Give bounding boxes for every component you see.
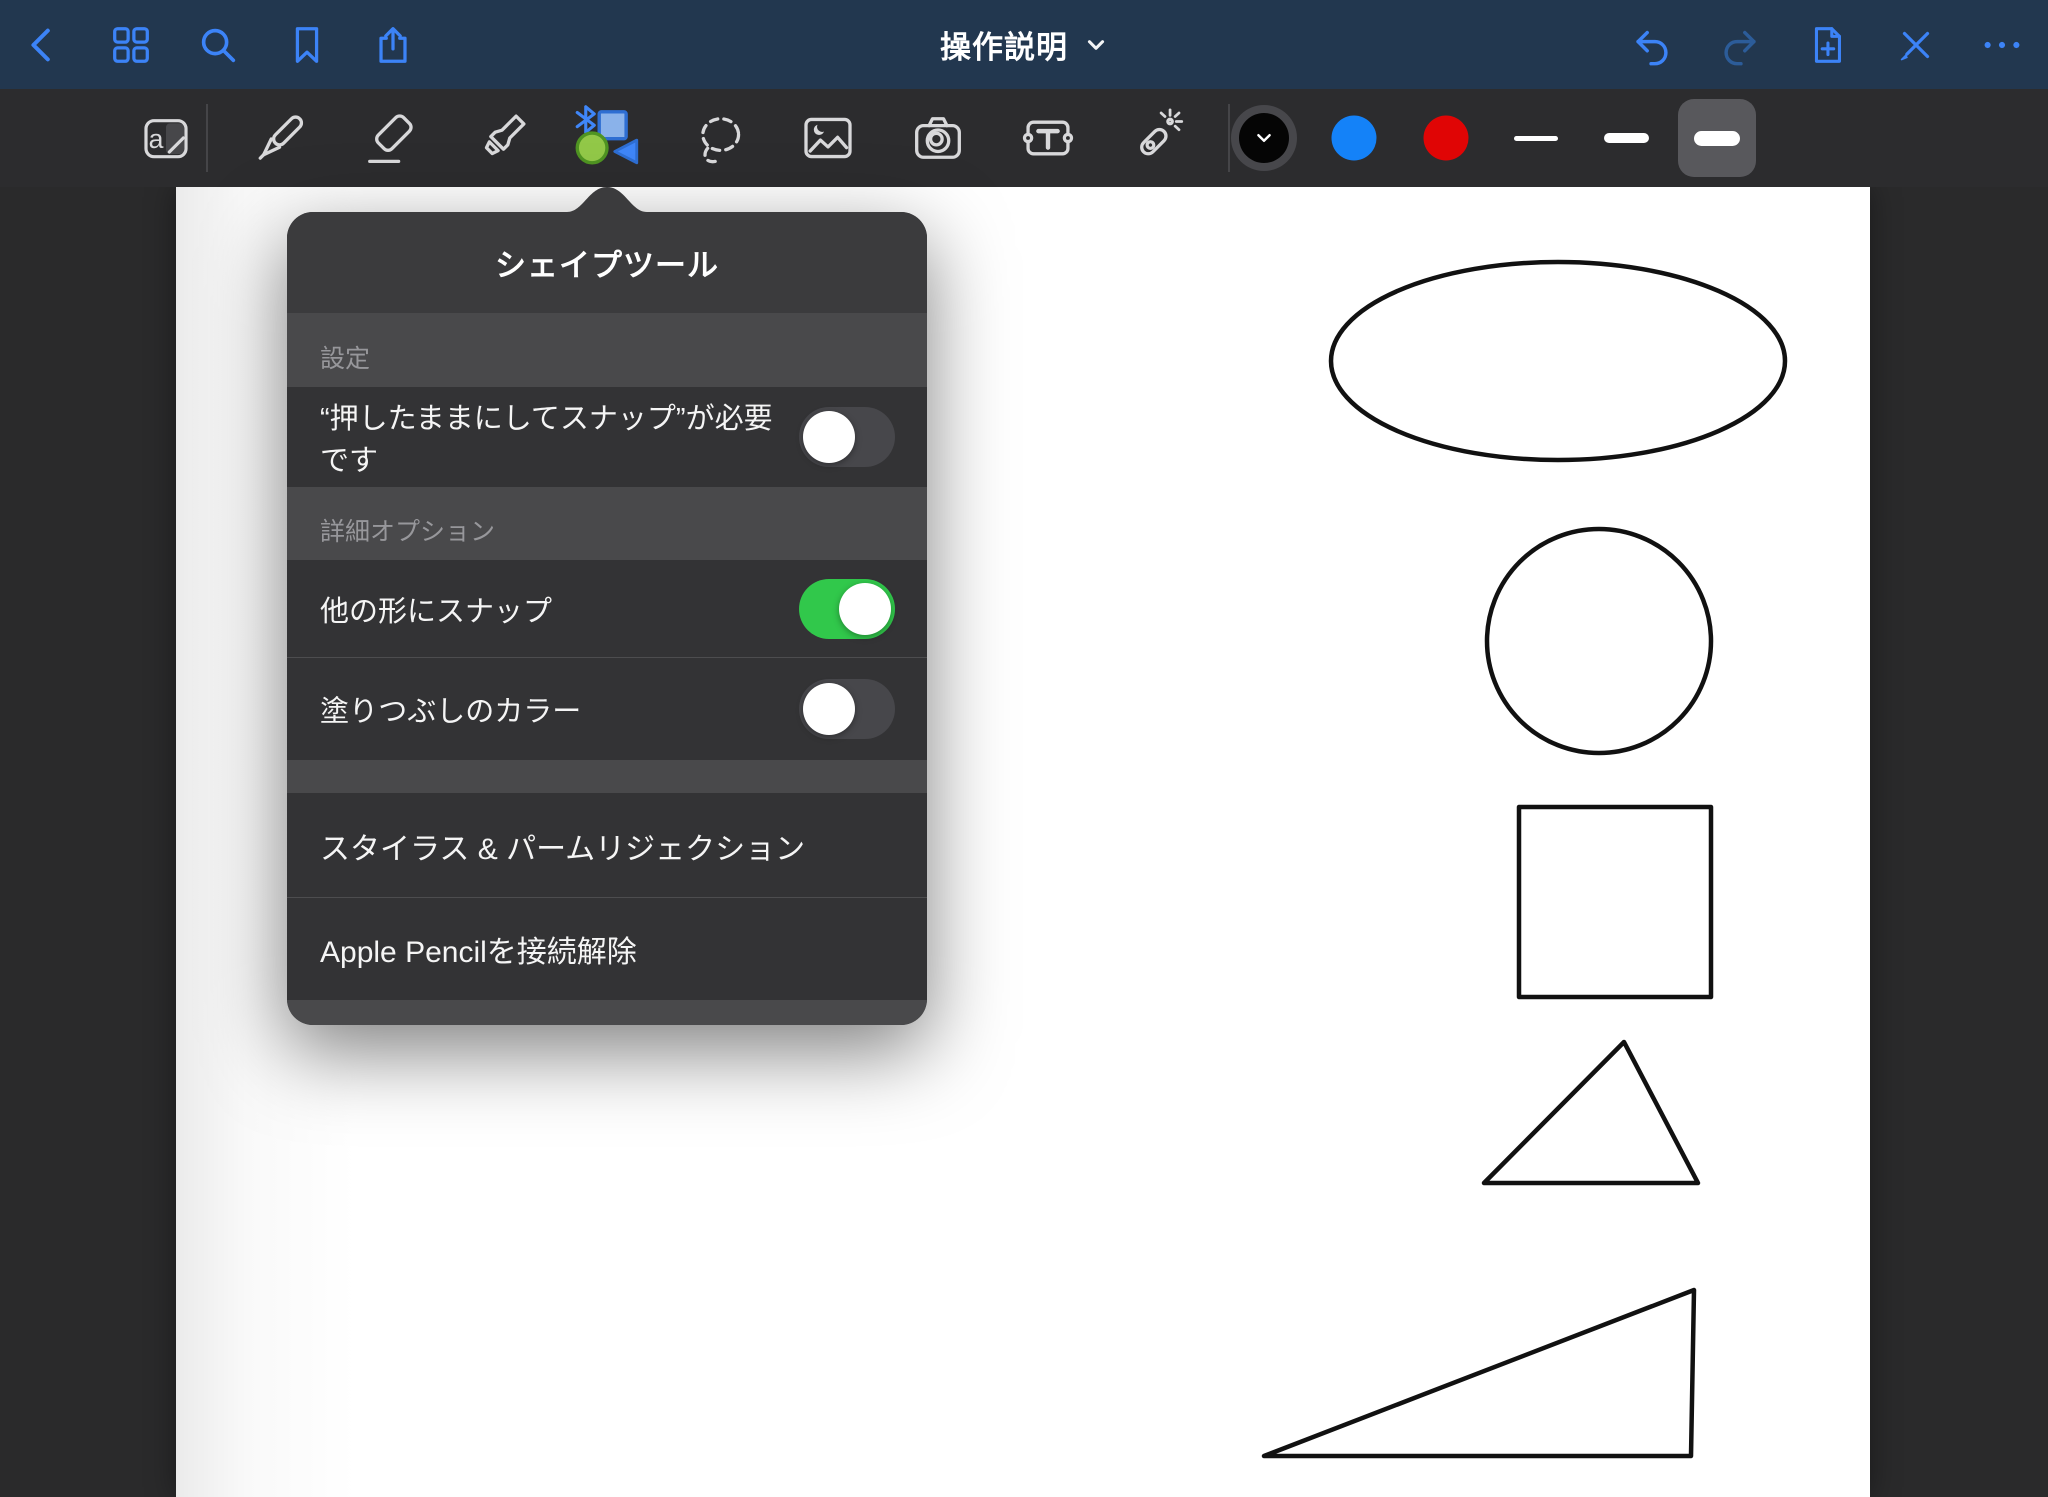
pen-mode-icon[interactable] [1893,22,1939,68]
camera-tool-icon[interactable] [905,105,971,171]
setting-label: “押したままにしてスナップ”が必要です [320,395,799,479]
popup-arrow [567,187,647,212]
shape-triangle [1484,1042,1698,1183]
color-swatch-black[interactable] [1231,105,1297,171]
svg-text:a: a [149,124,164,154]
eraser-tool-icon[interactable] [356,105,422,171]
setting-row-fill-color: 塗りつぶしのカラー [287,658,927,760]
section-header-advanced: 詳細オプション [287,487,927,560]
menu-item-stylus-palm-rejection[interactable]: スタイラス & パームリジェクション [287,793,927,898]
image-tool-icon[interactable] [795,105,861,171]
menu-item-disconnect-apple-pencil[interactable]: Apple Pencilを接続解除 [287,898,927,1000]
chevron-down-icon [1084,33,1108,57]
shape-square [1519,807,1711,997]
redo-icon[interactable] [1717,22,1763,68]
toggle-knob [803,683,855,735]
laser-pointer-tool-icon[interactable] [1124,105,1190,171]
more-options-icon[interactable] [1979,22,2025,68]
color-swatch-red[interactable] [1424,116,1469,161]
toolbar-divider [206,104,208,172]
scroll-mode-icon[interactable]: a [134,106,198,170]
section-spacer [287,760,927,793]
toggle-knob [803,411,855,463]
lasso-tool-icon[interactable] [687,105,753,171]
add-page-icon[interactable] [1804,22,1850,68]
shape-ellipse [1331,262,1785,460]
text-tool-icon[interactable] [1015,105,1081,171]
pen-tool-icon[interactable] [247,105,313,171]
setting-label: 塗りつぶしのカラー [320,688,581,730]
page-title: 操作説明 [940,22,1068,67]
thickness-medium[interactable] [1587,99,1665,177]
menu-item-label: Apple Pencilを接続解除 [320,927,637,971]
shape-tool-icon[interactable] [573,104,641,172]
toggle-snap-to-shapes[interactable] [799,579,895,639]
toggle-fill-color[interactable] [799,679,895,739]
chevron-down-icon [1251,125,1277,151]
section-label: 詳細オプション [320,512,495,548]
setting-row-press-hold-snap: “押したままにしてスナップ”が必要です [287,387,927,487]
menu-item-label: スタイラス & パームリジェクション [320,824,805,868]
toggle-knob [839,583,891,635]
toolbar-divider [1228,104,1230,172]
highlighter-tool-icon[interactable] [469,105,535,171]
toggle-press-hold-snap[interactable] [799,407,895,467]
popup-footer [287,1000,927,1025]
selected-color-ring [1231,105,1297,171]
thickness-thin[interactable] [1497,99,1575,177]
navigation-bar: 操作説明 [0,0,2048,89]
shape-right-triangle [1264,1290,1694,1456]
shape-circle [1487,529,1711,753]
section-label: 設定 [320,339,370,375]
popup-title: シェイプツール [287,212,927,313]
section-header-settings: 設定 [287,313,927,387]
setting-label: 他の形にスナップ [320,588,552,630]
color-swatch-blue[interactable] [1332,116,1377,161]
shape-tool-popup: シェイプツール 設定 “押したままにしてスナップ”が必要です 詳細オプション 他… [287,212,927,1025]
tools-toolbar: a [0,89,2048,187]
undo-icon[interactable] [1629,22,1675,68]
setting-row-snap-to-shapes: 他の形にスナップ [287,560,927,658]
thickness-thick[interactable] [1678,99,1756,177]
